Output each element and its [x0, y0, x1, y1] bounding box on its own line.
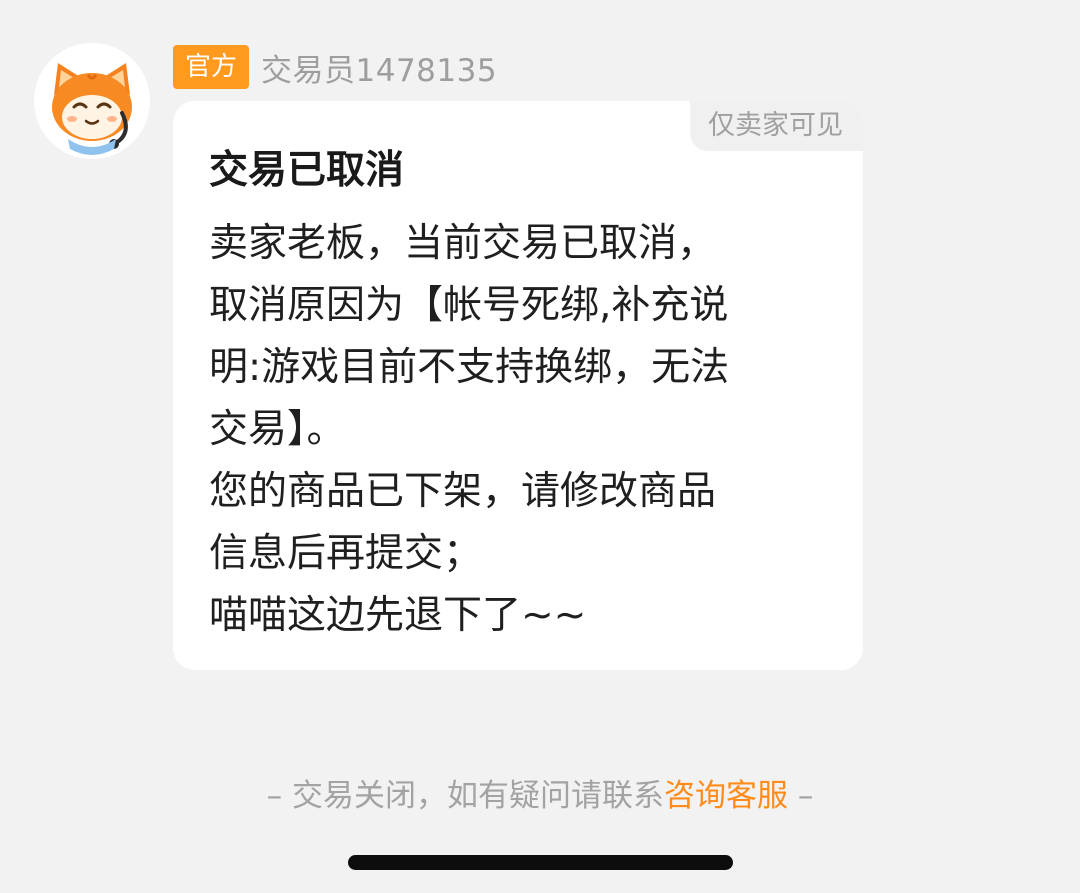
visibility-tag: 仅卖家可见 [690, 101, 863, 151]
message-line: 交易】。 [209, 407, 346, 452]
system-notice-text: – 交易关闭，如有疑问请联系 [266, 778, 664, 814]
message-line: 您的商品已下架，请修改商品 [209, 469, 717, 514]
sender-name: 交易员1478135 [261, 52, 498, 89]
message-line: 喵喵这边先退下了~~ [209, 593, 587, 638]
message-line: 信息后再提交； [209, 531, 483, 576]
system-notice-suffix: – [788, 778, 814, 814]
message-line: 明:游戏目前不支持换绑，无法 [209, 345, 730, 390]
cat-customer-service-icon [34, 43, 150, 159]
home-indicator[interactable] [348, 855, 733, 870]
contact-support-link[interactable]: 咨询客服 [664, 778, 788, 814]
message-line: 卖家老板，当前交易已取消， [209, 221, 717, 266]
official-badge: 官方 [173, 45, 250, 89]
chat-screen: 官方 交易员1478135 仅卖家可见 交易已取消 卖家老板，当前交易已取消， … [0, 0, 1080, 893]
sender-row: 官方 交易员1478135 [173, 45, 497, 89]
message-body: 卖家老板，当前交易已取消， 取消原因为【帐号死绑,补充说 明:游戏目前不支持换绑… [209, 213, 839, 647]
system-notice: – 交易关闭，如有疑问请联系咨询客服 – [0, 776, 1080, 816]
message-title: 交易已取消 [209, 148, 405, 193]
message-line: 取消原因为【帐号死绑,补充说 [209, 283, 729, 328]
avatar[interactable] [34, 43, 150, 159]
message-bubble: 仅卖家可见 交易已取消 卖家老板，当前交易已取消， 取消原因为【帐号死绑,补充说… [173, 101, 863, 670]
